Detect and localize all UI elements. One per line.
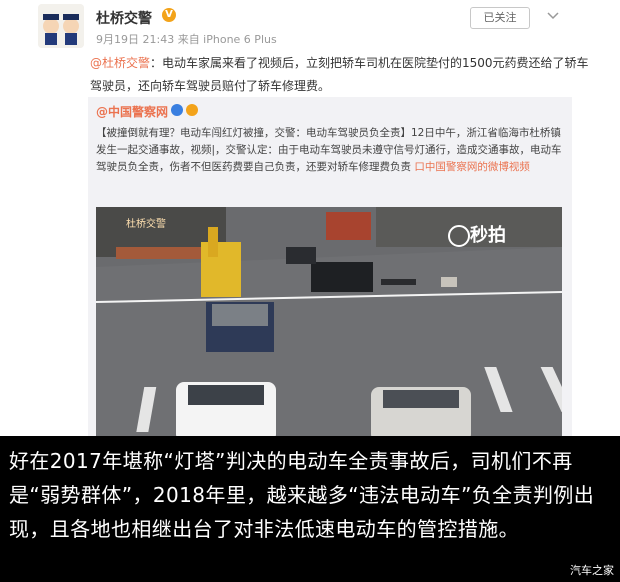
follow-button[interactable]: 已关注 <box>470 7 530 29</box>
repost-username[interactable]: @中国警察网 <box>96 103 168 120</box>
site-watermark: 汽车之家 <box>570 564 614 577</box>
repost-card[interactable]: @中国警察网 【被撞倒就有理？电动车闯红灯被撞，交警：电动车驾驶员负全责】12日… <box>88 97 572 436</box>
post-body-text: ：电动车家属来看了视频后，立刻把轿车司机在医院垫付的1500元药费还给了轿车驾驶… <box>90 56 589 93</box>
video-title: 杜桥交警 <box>126 219 166 230</box>
weibo-post: 杜桥交警 V 9月19日 21:43 来自 iPhone 6 Plus 已关注 … <box>0 0 620 436</box>
caption-text: 好在2017年堪称“灯塔”判决的电动车全责事故后，司机们不再是“弱势群体”，20… <box>9 449 595 541</box>
repost-badges <box>170 102 200 121</box>
username[interactable]: 杜桥交警 <box>96 8 152 28</box>
repost-text: 【被撞倒就有理？电动车闯红灯被撞，交警：电动车驾驶员负全责】12日中午，浙江省临… <box>96 125 566 176</box>
video-player[interactable]: 杜桥交警 秒拍 <box>96 207 562 436</box>
chevron-down-icon[interactable] <box>546 8 560 22</box>
post-meta: 9月19日 21:43 来自 iPhone 6 Plus <box>96 33 277 46</box>
post-body: @杜桥交警：电动车家属来看了视频后，立刻把轿车司机在医院垫付的1500元药费还给… <box>90 52 590 98</box>
avatar[interactable] <box>38 4 84 48</box>
video-source-link[interactable]: 口中国警察网的微博视频 <box>414 161 530 173</box>
verified-icon: V <box>162 8 176 22</box>
mention-link[interactable]: @杜桥交警 <box>90 56 150 70</box>
miaopai-logo-icon <box>448 225 470 247</box>
video-watermark: 秒拍 <box>470 225 506 246</box>
